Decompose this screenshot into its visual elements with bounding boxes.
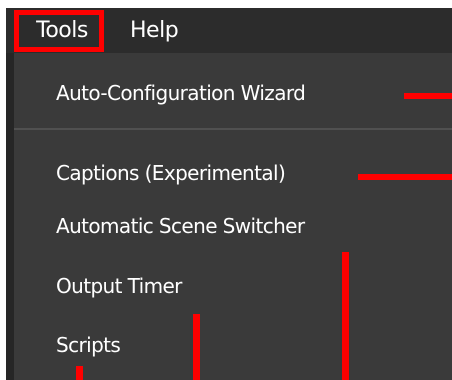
annotation-marker-scripts [76, 366, 83, 380]
menu-tools[interactable]: Tools [20, 8, 104, 53]
annotation-marker-captions [358, 174, 452, 180]
tools-dropdown-menu: Auto-Configuration Wizard Captions (Expe… [6, 53, 452, 380]
menu-separator [14, 128, 452, 130]
menu-item-auto-configuration-wizard[interactable]: Auto-Configuration Wizard [56, 81, 306, 105]
screenshot-stage: Tools Help Auto-Configuration Wizard Cap… [0, 0, 452, 380]
menu-bar: Tools Help [6, 8, 452, 53]
dropdown-left-edge [6, 53, 14, 380]
annotation-marker-wizard [404, 93, 452, 99]
menu-item-scripts[interactable]: Scripts [56, 333, 121, 357]
menu-item-automatic-scene-switcher[interactable]: Automatic Scene Switcher [56, 214, 305, 238]
menu-item-output-timer[interactable]: Output Timer [56, 274, 182, 298]
annotation-marker-scene-switcher [342, 252, 349, 380]
menu-item-captions[interactable]: Captions (Experimental) [56, 161, 286, 185]
menu-help[interactable]: Help [130, 8, 179, 53]
annotation-marker-output-timer [193, 314, 200, 380]
